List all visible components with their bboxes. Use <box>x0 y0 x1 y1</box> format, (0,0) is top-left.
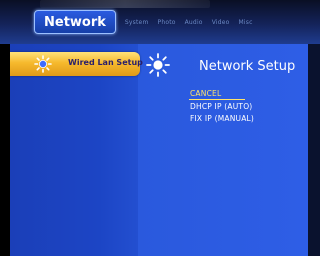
option-fix-ip-manual[interactable]: FIX IP (MANUAL) <box>190 114 254 123</box>
tab-network[interactable]: Network <box>34 10 116 34</box>
tab-misc[interactable]: Misc <box>239 19 253 26</box>
option-dhcp-ip-auto[interactable]: DHCP IP (AUTO) <box>190 102 252 111</box>
tab-bar: Network System Photo Audio Video Misc <box>34 10 253 34</box>
right-edge <box>308 44 320 256</box>
tab-photo[interactable]: Photo <box>158 19 176 26</box>
sun-icon <box>34 55 52 73</box>
option-cancel[interactable]: CANCEL <box>190 89 221 98</box>
tab-audio[interactable]: Audio <box>185 19 203 26</box>
tab-system[interactable]: System <box>125 19 149 26</box>
screen: Network System Photo Audio Video Misc Wi… <box>0 0 320 256</box>
tab-video[interactable]: Video <box>212 19 230 26</box>
top-faint-decoration <box>40 0 210 8</box>
selection-underline <box>189 99 245 100</box>
page-title: Network Setup <box>199 59 296 74</box>
sun-icon <box>146 53 170 77</box>
sidebar-item-label: Wired Lan Setup <box>68 58 143 67</box>
sidebar-item-wired-lan-setup[interactable]: Wired Lan Setup <box>10 52 143 76</box>
